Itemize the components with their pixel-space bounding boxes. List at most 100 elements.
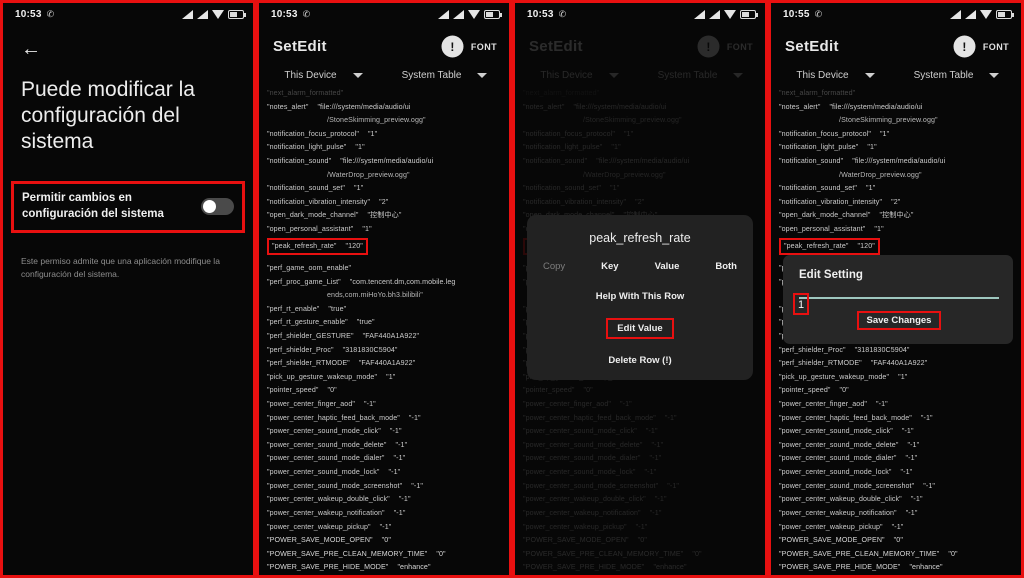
setting-row[interactable]: "open_personal_assistant" "1" bbox=[779, 223, 1021, 237]
setting-row[interactable]: "perf_shielder_RTMODE" "FAF440A1A922" bbox=[779, 357, 1021, 371]
setting-row[interactable]: "power_center_sound_mode_dialer" "-1" bbox=[523, 452, 765, 466]
setting-row[interactable]: "POWER_SAVE_PRE_HIDE_MODE" "enhance" bbox=[779, 561, 1021, 575]
setting-row[interactable]: "power_center_wakeup_double_click" "-1" bbox=[523, 493, 765, 507]
setting-row[interactable]: "notification_vibration_intensity" "2" bbox=[779, 196, 1021, 210]
setting-row[interactable]: "POWER_SAVE_PRE_CLEAN_MEMORY_TIME" "0" bbox=[267, 548, 509, 562]
info-gear-icon[interactable]: ! bbox=[954, 37, 974, 56]
device-selector[interactable]: This Device bbox=[775, 70, 896, 81]
setting-row[interactable]: "notification_sound_set" "1" bbox=[523, 182, 765, 196]
setting-row[interactable]: "notes_alert" "file:///system/media/audio… bbox=[779, 101, 1021, 115]
setting-row[interactable]: "perf_shielder_RTMODE" "FAF440A1A922" bbox=[267, 357, 509, 371]
setting-row[interactable]: "power_center_sound_mode_delete" "-1" bbox=[523, 439, 765, 453]
table-selector[interactable]: System Table bbox=[896, 70, 1017, 81]
setting-value: "1" bbox=[354, 184, 364, 193]
setting-row[interactable]: "perf_shielder_Proc" "3181830C5904" bbox=[779, 344, 1021, 358]
delete-row-button[interactable]: Delete Row (!) bbox=[537, 355, 743, 366]
setting-row[interactable]: "power_center_sound_mode_delete" "-1" bbox=[779, 439, 1021, 453]
info-gear-icon[interactable]: ! bbox=[442, 37, 462, 56]
setting-row[interactable]: "power_center_wakeup_pickup" "-1" bbox=[267, 521, 509, 535]
signal-icon bbox=[182, 9, 193, 19]
setting-row[interactable]: "power_center_sound_mode_delete" "-1" bbox=[267, 439, 509, 453]
setting-row[interactable]: "power_center_wakeup_notification" "-1" bbox=[779, 507, 1021, 521]
setting-row[interactable]: "POWER_SAVE_MODE_OPEN" "0" bbox=[523, 534, 765, 548]
setting-row[interactable]: "peak_refresh_rate" "120" bbox=[267, 237, 368, 256]
setting-row[interactable]: "power_center_sound_mode_lock" "-1" bbox=[779, 466, 1021, 480]
setting-row[interactable]: "power_center_sound_mode_click" "-1" bbox=[523, 425, 765, 439]
setting-row[interactable]: "power_center_haptic_feed_back_mode" "-1" bbox=[779, 412, 1021, 426]
setting-row[interactable]: "power_center_haptic_feed_back_mode" "-1" bbox=[267, 412, 509, 426]
setting-row[interactable]: "notification_focus_protocol" "1" bbox=[779, 128, 1021, 142]
setting-row[interactable]: "pointer_speed" "0" bbox=[267, 384, 509, 398]
setting-row[interactable]: "power_center_sound_mode_screenshot" "-1" bbox=[779, 480, 1021, 494]
permission-toggle-switch[interactable] bbox=[201, 198, 234, 216]
help-with-row-button[interactable]: Help With This Row bbox=[537, 291, 743, 302]
save-changes-button[interactable]: Save Changes bbox=[856, 310, 942, 330]
setting-row[interactable]: "open_dark_mode_channel" "控制中心" bbox=[779, 209, 1021, 223]
setting-row[interactable]: "notification_focus_protocol" "1" bbox=[523, 128, 765, 142]
setting-row[interactable]: "power_center_finger_aod" "-1" bbox=[779, 398, 1021, 412]
setting-row[interactable]: "power_center_sound_mode_click" "-1" bbox=[779, 425, 1021, 439]
device-selector[interactable]: This Device bbox=[263, 70, 384, 81]
font-button[interactable]: FONT bbox=[983, 42, 1009, 52]
setting-row[interactable]: "power_center_sound_mode_lock" "-1" bbox=[523, 466, 765, 480]
setting-row[interactable]: "power_center_finger_aod" "-1" bbox=[523, 398, 765, 412]
copy-value-button[interactable]: Value bbox=[655, 261, 680, 272]
back-arrow-icon[interactable]: ← bbox=[3, 25, 253, 59]
setting-row[interactable]: "perf_shielder_GESTURE" "FAF440A1A922" bbox=[267, 330, 509, 344]
setting-row[interactable]: "notes_alert" "file:///system/media/audio… bbox=[267, 101, 509, 115]
copy-both-button[interactable]: Both bbox=[715, 261, 737, 272]
setting-row[interactable]: "power_center_haptic_feed_back_mode" "-1" bbox=[523, 412, 765, 426]
copy-key-button[interactable]: Key bbox=[601, 261, 618, 272]
setting-row[interactable]: "POWER_SAVE_PRE_HIDE_MODE" "enhance" bbox=[267, 561, 509, 575]
setting-row[interactable]: "POWER_SAVE_PRE_CLEAN_MEMORY_TIME" "0" bbox=[779, 548, 1021, 562]
setting-row[interactable]: "pick_up_gesture_wakeup_mode" "1" bbox=[267, 371, 509, 385]
setting-row[interactable]: "notification_sound_set" "1" bbox=[267, 182, 509, 196]
setting-row[interactable]: "open_dark_mode_channel" "控制中心" bbox=[267, 209, 509, 223]
table-selector[interactable]: System Table bbox=[384, 70, 505, 81]
setting-row[interactable]: "power_center_wakeup_pickup" "-1" bbox=[523, 521, 765, 535]
setting-row[interactable]: "notification_light_pulse" "1" bbox=[779, 141, 1021, 155]
setting-row[interactable]: "notification_focus_protocol" "1" bbox=[267, 128, 509, 142]
setting-row[interactable]: "power_center_sound_mode_lock" "-1" bbox=[267, 466, 509, 480]
setting-row[interactable]: "pick_up_gesture_wakeup_mode" "1" bbox=[779, 371, 1021, 385]
setting-row[interactable]: "power_center_sound_mode_screenshot" "-1" bbox=[267, 480, 509, 494]
setting-row[interactable]: "power_center_finger_aod" "-1" bbox=[267, 398, 509, 412]
setting-row[interactable]: "notes_alert" "file:///system/media/audio… bbox=[523, 101, 765, 115]
setting-row[interactable]: "perf_game_oom_enable" bbox=[267, 262, 509, 276]
setting-row[interactable]: "notification_light_pulse" "1" bbox=[267, 141, 509, 155]
setting-row[interactable]: "notification_vibration_intensity" "2" bbox=[267, 196, 509, 210]
wifi-icon bbox=[468, 9, 480, 19]
setting-row[interactable]: "power_center_sound_mode_dialer" "-1" bbox=[779, 452, 1021, 466]
setting-row[interactable]: "power_center_wakeup_notification" "-1" bbox=[267, 507, 509, 521]
setting-row[interactable]: "notification_sound" "file:///system/medi… bbox=[779, 155, 1021, 169]
setting-row[interactable]: "power_center_wakeup_notification" "-1" bbox=[523, 507, 765, 521]
setting-row[interactable]: "notification_light_pulse" "1" bbox=[523, 141, 765, 155]
setting-row[interactable]: "open_personal_assistant" "1" bbox=[267, 223, 509, 237]
setting-row[interactable]: "peak_refresh_rate" "120" bbox=[779, 237, 880, 256]
setting-row[interactable]: "perf_shielder_Proc" "3181830C5904" bbox=[267, 344, 509, 358]
setting-row[interactable]: "POWER_SAVE_PRE_CLEAN_MEMORY_TIME" "0" bbox=[523, 548, 765, 562]
setting-row[interactable]: "POWER_SAVE_PRE_HIDE_MODE" "enhance" bbox=[523, 561, 765, 575]
settings-list[interactable]: "next_alarm_formatted" "notes_alert" "file… bbox=[259, 81, 509, 575]
setting-row[interactable]: "pointer_speed" "0" bbox=[523, 384, 765, 398]
edit-value-button[interactable]: Edit Value bbox=[606, 318, 674, 339]
edit-value-input[interactable]: 1 bbox=[798, 299, 804, 311]
setting-row[interactable]: "POWER_SAVE_MODE_OPEN" "0" bbox=[267, 534, 509, 548]
setting-row[interactable]: "power_center_wakeup_double_click" "-1" bbox=[267, 493, 509, 507]
setting-row[interactable]: "perf_rt_enable" "true" bbox=[267, 303, 509, 317]
setting-row[interactable]: "pointer_speed" "0" bbox=[779, 384, 1021, 398]
setting-row[interactable]: "power_center_wakeup_double_click" "-1" bbox=[779, 493, 1021, 507]
setting-row[interactable]: "power_center_sound_mode_screenshot" "-1" bbox=[523, 480, 765, 494]
setting-row[interactable]: "power_center_wakeup_pickup" "-1" bbox=[779, 521, 1021, 535]
setting-row[interactable]: "notification_vibration_intensity" "2" bbox=[523, 196, 765, 210]
setting-row[interactable]: "notification_sound_set" "1" bbox=[779, 182, 1021, 196]
setting-row[interactable]: "power_center_sound_mode_click" "-1" bbox=[267, 425, 509, 439]
setting-row[interactable]: "power_center_sound_mode_dialer" "-1" bbox=[267, 452, 509, 466]
font-button[interactable]: FONT bbox=[471, 42, 497, 52]
setting-row[interactable]: "perf_proc_game_List" "com.tencent.dm,com… bbox=[267, 276, 509, 290]
setting-row[interactable]: "notification_sound" "file:///system/medi… bbox=[523, 155, 765, 169]
setting-row[interactable]: "notification_sound" "file:///system/medi… bbox=[267, 155, 509, 169]
setting-row[interactable]: "POWER_SAVE_MODE_OPEN" "0" bbox=[779, 534, 1021, 548]
setting-row[interactable]: "perf_rt_gesture_enable" "true" bbox=[267, 316, 509, 330]
permission-toggle-row[interactable]: Permitir cambios en configuración del si… bbox=[11, 181, 245, 234]
